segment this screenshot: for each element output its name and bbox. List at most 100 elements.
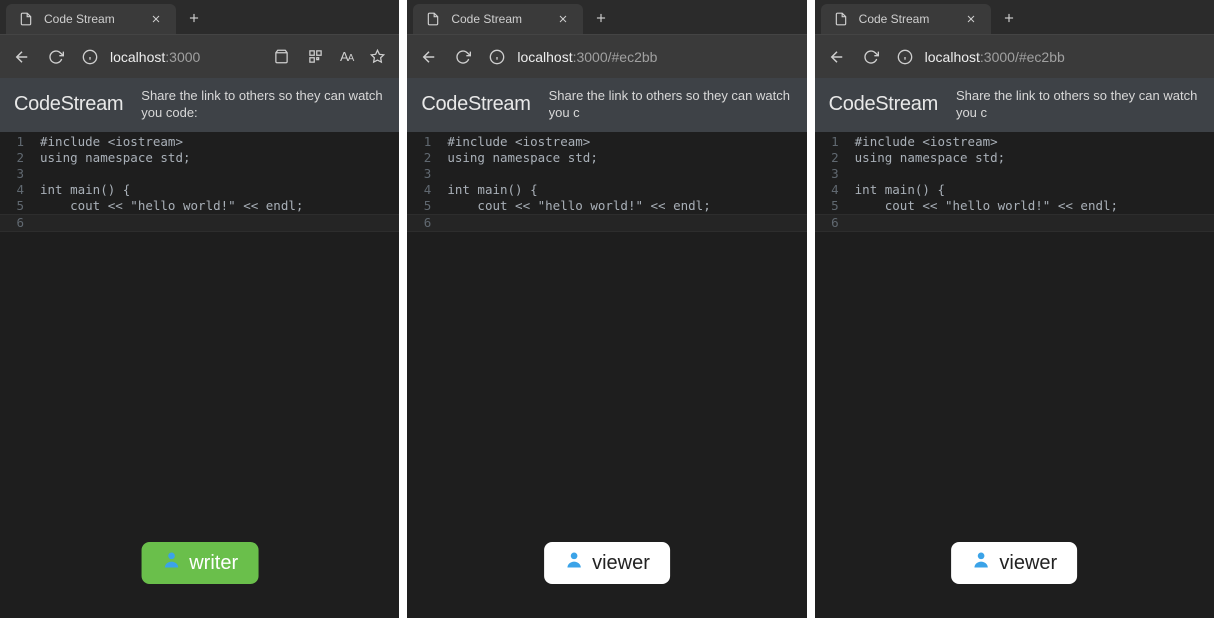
url-host: localhost — [925, 49, 980, 65]
url-field[interactable]: localhost:3000/#ec2bb — [895, 47, 1202, 67]
close-icon[interactable] — [553, 9, 573, 29]
tab-bar: Code Stream — [407, 0, 806, 34]
code-line: 5 cout << "hello world!" << endl; — [815, 198, 1214, 214]
back-button[interactable] — [12, 47, 32, 67]
url-host: localhost — [517, 49, 572, 65]
url-rest: :3000 — [165, 49, 200, 65]
line-number: 5 — [407, 198, 437, 214]
code-text: using namespace std; — [437, 150, 598, 166]
address-bar: localhost:3000/#ec2bb AA — [815, 34, 1214, 78]
app-logo: CodeStream — [14, 93, 123, 116]
code-text: cout << "hello world!" << endl; — [845, 198, 1118, 214]
tab-title: Code Stream — [44, 12, 115, 26]
line-number: 3 — [815, 166, 845, 182]
line-number: 3 — [0, 166, 30, 182]
role-label: viewer — [592, 552, 650, 575]
role-badge: viewer — [951, 542, 1077, 584]
line-number: 2 — [0, 150, 30, 166]
line-number: 1 — [0, 134, 30, 150]
code-line: 4int main() { — [407, 182, 806, 198]
role-badge: viewer — [544, 542, 670, 584]
address-bar: localhost:3000 AA — [0, 34, 399, 78]
role-label: viewer — [999, 552, 1057, 575]
browser-tab[interactable]: Code Stream — [6, 4, 176, 34]
code-line: 6 — [0, 214, 399, 232]
url-rest: :3000/#ec2bb — [980, 49, 1065, 65]
code-line: 2using namespace std; — [0, 150, 399, 166]
favorite-icon[interactable] — [367, 47, 387, 67]
site-info-icon[interactable] — [487, 47, 507, 67]
code-line: 1#include <iostream> — [0, 134, 399, 150]
browser-window: Code Stream localhost:3000/#ec2bb AA Cod… — [815, 0, 1214, 618]
code-text: cout << "hello world!" << endl; — [30, 198, 303, 214]
tab-bar: Code Stream — [0, 0, 399, 34]
reload-button[interactable] — [861, 47, 881, 67]
app-tagline: Share the link to others so they can wat… — [141, 88, 385, 122]
code-line: 5 cout << "hello world!" << endl; — [407, 198, 806, 214]
reload-button[interactable] — [46, 47, 66, 67]
role-label: writer — [189, 552, 238, 575]
line-number: 6 — [407, 215, 437, 231]
line-number: 1 — [815, 134, 845, 150]
url-field[interactable]: localhost:3000 — [80, 47, 258, 67]
site-info-icon[interactable] — [80, 47, 100, 67]
url-host: localhost — [110, 49, 165, 65]
line-number: 4 — [407, 182, 437, 198]
app-header: CodeStream Share the link to others so t… — [815, 78, 1214, 132]
person-icon — [564, 550, 584, 576]
code-line: 5 cout << "hello world!" << endl; — [0, 198, 399, 214]
url-rest: :3000/#ec2bb — [573, 49, 658, 65]
app-header: CodeStream Share the link to others so t… — [407, 78, 806, 132]
tab-bar: Code Stream — [815, 0, 1214, 34]
code-line: 6 — [815, 214, 1214, 232]
line-number: 5 — [815, 198, 845, 214]
close-icon[interactable] — [146, 9, 166, 29]
new-tab-button[interactable] — [184, 8, 204, 28]
app-header: CodeStream Share the link to others so t… — [0, 78, 399, 132]
tab-title: Code Stream — [859, 12, 930, 26]
site-info-icon[interactable] — [895, 47, 915, 67]
browser-tab[interactable]: Code Stream — [413, 4, 583, 34]
url-field[interactable]: localhost:3000/#ec2bb — [487, 47, 794, 67]
browser-tab[interactable]: Code Stream — [821, 4, 991, 34]
line-number: 6 — [0, 215, 30, 231]
shopping-icon[interactable] — [272, 47, 292, 67]
new-tab-button[interactable] — [999, 8, 1019, 28]
reload-button[interactable] — [453, 47, 473, 67]
tab-title: Code Stream — [451, 12, 522, 26]
code-line: 2using namespace std; — [815, 150, 1214, 166]
code-text: using namespace std; — [30, 150, 191, 166]
line-number: 6 — [815, 215, 845, 231]
new-tab-button[interactable] — [591, 8, 611, 28]
code-line: 1#include <iostream> — [815, 134, 1214, 150]
browser-window: Code Stream localhost:3000 AA CodeStream… — [0, 0, 399, 618]
role-badge: writer — [141, 542, 258, 584]
file-icon — [423, 9, 443, 29]
code-line: 2using namespace std; — [407, 150, 806, 166]
line-number: 4 — [815, 182, 845, 198]
qr-icon[interactable] — [306, 47, 326, 67]
code-text: int main() { — [437, 182, 537, 198]
code-line: 3 — [815, 166, 1214, 182]
code-text: #include <iostream> — [845, 134, 998, 150]
person-icon — [971, 550, 991, 576]
app-tagline: Share the link to others so they can wat… — [956, 88, 1200, 122]
file-icon — [16, 9, 36, 29]
code-text: int main() { — [30, 182, 130, 198]
code-text: #include <iostream> — [437, 134, 590, 150]
person-icon — [161, 550, 181, 576]
back-button[interactable] — [419, 47, 439, 67]
line-number: 3 — [407, 166, 437, 182]
app-logo: CodeStream — [829, 93, 938, 116]
reader-mode-icon[interactable]: AA — [340, 49, 353, 64]
code-line: 4int main() { — [0, 182, 399, 198]
app-logo: CodeStream — [421, 93, 530, 116]
close-icon[interactable] — [961, 9, 981, 29]
line-number: 1 — [407, 134, 437, 150]
code-line: 1#include <iostream> — [407, 134, 806, 150]
address-bar: localhost:3000/#ec2bb AA — [407, 34, 806, 78]
code-line: 6 — [407, 214, 806, 232]
code-line: 4int main() { — [815, 182, 1214, 198]
back-button[interactable] — [827, 47, 847, 67]
line-number: 2 — [407, 150, 437, 166]
